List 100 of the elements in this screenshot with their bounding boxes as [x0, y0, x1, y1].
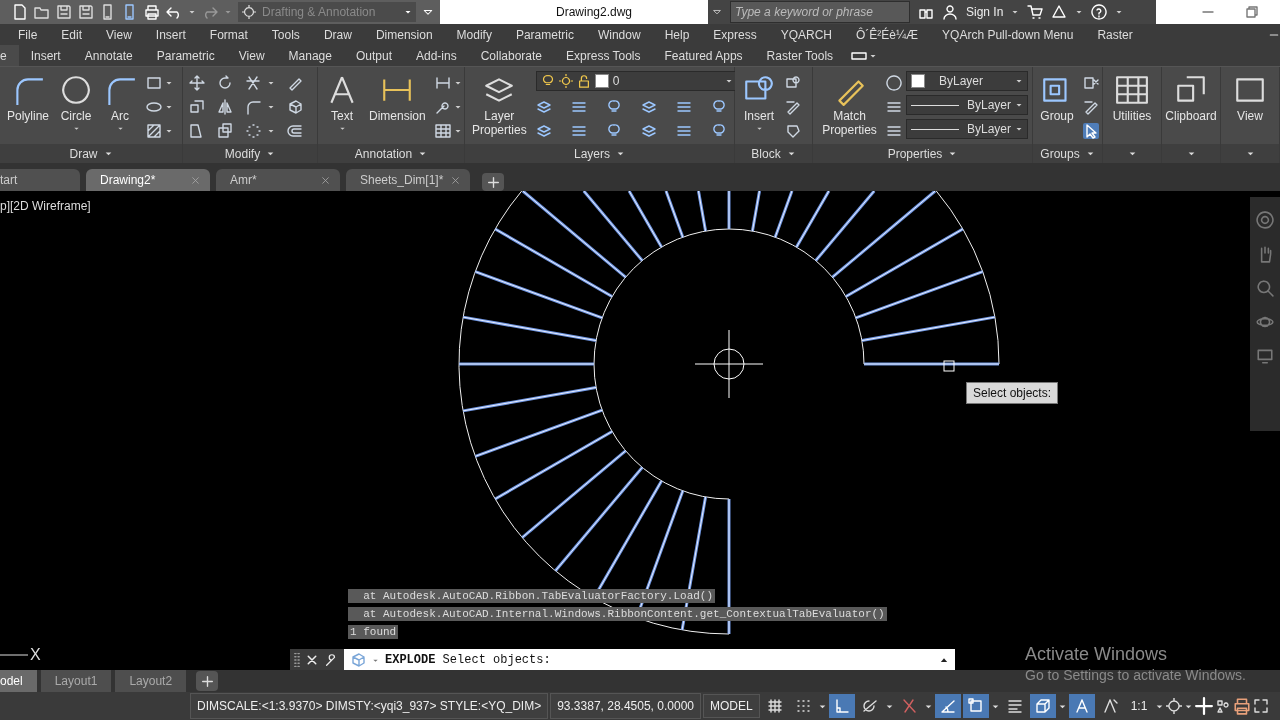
menu-item[interactable]: Format	[209, 27, 248, 42]
plus-icon[interactable]	[1195, 697, 1214, 715]
caret-icon[interactable]	[116, 125, 124, 132]
caret-icon[interactable]	[453, 127, 462, 135]
otrack-toggle[interactable]	[934, 694, 961, 718]
group-select-icon[interactable]	[1083, 123, 1099, 139]
ribbon-tool-button[interactable]: Insert	[741, 71, 777, 135]
user-icon[interactable]	[942, 4, 958, 20]
sign-in-button[interactable]: Sign In	[966, 5, 1004, 19]
expand-arrow-icon[interactable]	[712, 7, 722, 17]
model-space-button[interactable]: MODEL	[703, 694, 760, 718]
layer-state-icon[interactable]	[535, 99, 552, 115]
ungroup-icon[interactable]	[1083, 75, 1099, 91]
caret-icon[interactable]	[165, 79, 174, 87]
ribbon-tool-button[interactable]: Match Properties	[817, 71, 882, 139]
caret-icon[interactable]	[1015, 77, 1023, 85]
ribbon-tool-button[interactable]: Polyline	[6, 71, 51, 125]
caret-icon[interactable]	[404, 8, 412, 16]
ribbon-tab[interactable]: Parametric	[144, 45, 227, 66]
menu-item[interactable]: Dimension	[375, 27, 433, 42]
property-dropdown[interactable]: ByLayer	[906, 95, 1028, 115]
new-layout-button[interactable]	[196, 671, 219, 691]
rotate-icon[interactable]	[217, 75, 233, 91]
copy-icon[interactable]	[189, 99, 205, 115]
panel-expand-icon[interactable]	[616, 149, 625, 158]
fullscreen-icon[interactable]	[1253, 698, 1270, 714]
ribbon-tab[interactable]: Collaborate	[468, 45, 555, 66]
viewport-label[interactable]: p][2D Wireframe]	[0, 199, 91, 213]
panel-expand-icon[interactable]	[948, 149, 958, 158]
panel-expand-icon[interactable]	[418, 149, 428, 158]
menu-item[interactable]: Raster	[1097, 27, 1133, 42]
ribbon-tool-button[interactable]: Circle	[58, 71, 95, 135]
ribbon-tab[interactable]: Insert	[18, 45, 73, 66]
ribbon-tab[interactable]: Add-ins	[403, 45, 469, 66]
document-tab[interactable]: Amr*	[216, 169, 340, 191]
menu-item[interactable]: Window	[597, 27, 641, 42]
help-icon[interactable]	[1091, 4, 1108, 20]
hatch-icon[interactable]	[146, 123, 163, 139]
caret-icon[interactable]	[1075, 8, 1084, 16]
new-tab-button[interactable]	[482, 173, 505, 191]
array-icon[interactable]	[245, 123, 261, 139]
menu-item[interactable]: YQArch Pull-down Menu	[942, 27, 1074, 42]
leader-icon[interactable]	[434, 99, 451, 115]
annotation-scale-button[interactable]: 1:1	[1124, 694, 1154, 718]
ribbon-tool-button[interactable]: Group	[1039, 71, 1075, 125]
layout-tab[interactable]: odel	[0, 670, 37, 692]
move-icon[interactable]	[189, 75, 205, 91]
create-block-icon[interactable]	[785, 75, 801, 91]
save-icon[interactable]	[56, 4, 72, 20]
caret-icon[interactable]	[1015, 101, 1023, 109]
caret-icon[interactable]	[338, 125, 346, 132]
caret-icon[interactable]	[453, 103, 462, 111]
menu-item[interactable]: Ô´Ê²Éè¼Æ	[856, 27, 919, 42]
linear-dimension-icon[interactable]	[434, 75, 451, 91]
scale-icon[interactable]	[217, 123, 233, 139]
color-wheel-icon[interactable]	[886, 75, 902, 91]
save-as-icon[interactable]	[78, 4, 94, 20]
menu-item[interactable]: YQARCH	[780, 27, 833, 42]
ribbon-tab[interactable]: e	[0, 45, 19, 66]
print-icon[interactable]	[1233, 697, 1252, 715]
menu-item[interactable]: Edit	[61, 27, 83, 42]
open-folder-icon[interactable]	[34, 4, 50, 20]
ribbon-tab[interactable]: Output	[343, 45, 404, 66]
caret-icon[interactable]	[755, 125, 763, 132]
menu-item[interactable]: Insert	[155, 27, 186, 42]
panel-expand-icon[interactable]	[103, 149, 113, 158]
cart-icon[interactable]	[1027, 4, 1044, 20]
menu-item[interactable]: Help	[664, 27, 690, 42]
edit-block-icon[interactable]	[785, 99, 801, 115]
caret-icon[interactable]	[165, 103, 174, 111]
trim-icon[interactable]	[245, 75, 261, 91]
caret-icon[interactable]	[724, 77, 733, 85]
osnap-toggle[interactable]	[962, 694, 989, 718]
document-tab[interactable]: Sheets_Dim[1]*	[346, 169, 471, 191]
menu-item[interactable]: File	[18, 27, 38, 42]
offset-icon[interactable]	[287, 123, 303, 139]
menu-item[interactable]: View	[106, 27, 132, 42]
document-tab[interactable]: tart	[0, 169, 80, 191]
table-icon[interactable]	[434, 123, 451, 139]
menu-item[interactable]: Draw	[323, 27, 352, 42]
menu-item[interactable]: Parametric	[515, 27, 574, 42]
zoom-icon[interactable]	[1256, 279, 1274, 297]
panel-expand-icon[interactable]	[266, 149, 276, 158]
ribbon-tool-button[interactable]: Dimension	[368, 71, 427, 125]
panel-expand-icon[interactable]	[1085, 149, 1095, 158]
caret-icon[interactable]	[1115, 8, 1124, 16]
ribbon-tool-button[interactable]: Layer Properties	[471, 71, 528, 139]
new-file-icon[interactable]	[12, 4, 28, 20]
annovis-toggle[interactable]	[1068, 694, 1095, 718]
property-dropdown[interactable]: ByLayer	[906, 71, 1028, 91]
mirror-icon[interactable]	[217, 99, 233, 115]
caret-icon[interactable]	[72, 125, 80, 132]
ortho-toggle[interactable]	[828, 694, 855, 718]
caret-icon[interactable]	[453, 79, 462, 87]
panel-expand-icon[interactable]	[786, 149, 796, 158]
lineweight-icon[interactable]	[886, 99, 902, 115]
layout-tab[interactable]: Layout1	[40, 670, 112, 692]
ribbon-tab[interactable]: Express Tools	[554, 45, 653, 66]
ribbon-tab[interactable]: Featured Apps	[652, 45, 755, 66]
selection-toggle[interactable]	[1029, 694, 1056, 718]
